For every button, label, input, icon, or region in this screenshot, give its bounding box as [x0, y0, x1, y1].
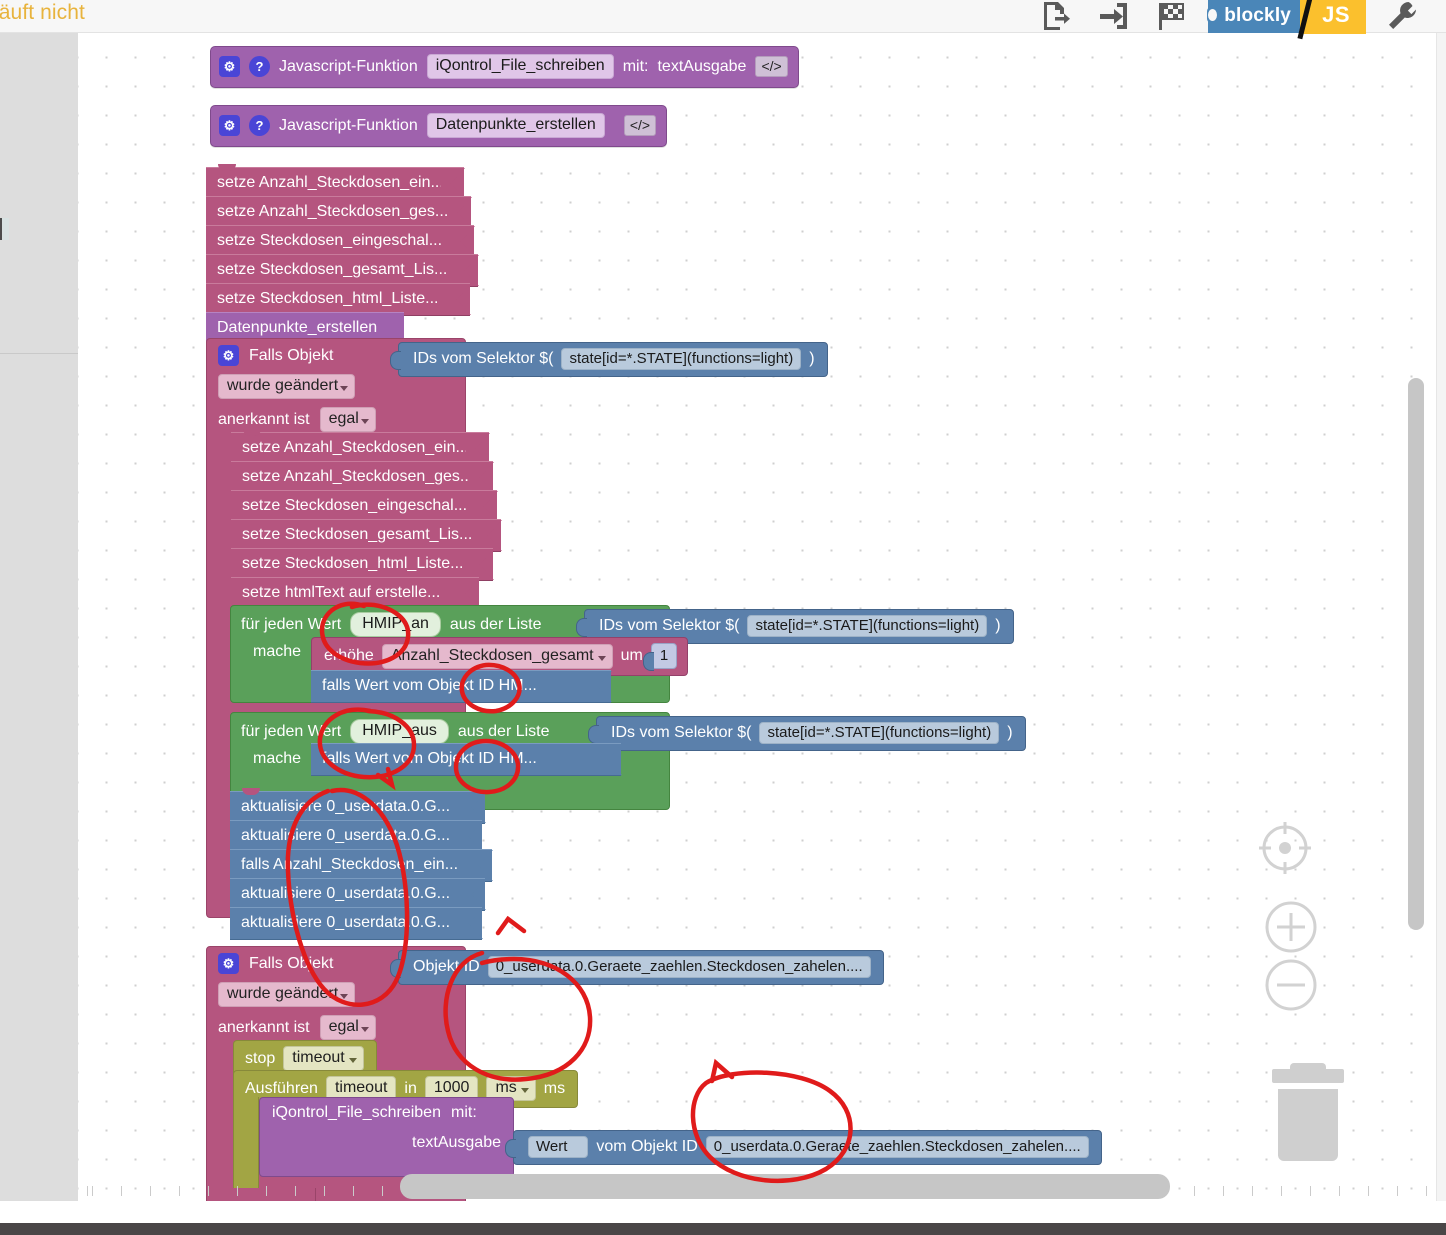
gear-icon[interactable]: ⚙	[219, 56, 240, 77]
annotation-arrow-tip-3	[709, 1058, 735, 1084]
function-definition-block[interactable]: ⚙ ? Javascript-Funktion iQontrol_File_sc…	[210, 46, 799, 88]
selector-prefix: IDs vom Selektor $(	[611, 724, 752, 741]
code-badge[interactable]: </>	[623, 115, 657, 136]
object-id-value-block[interactable]: Objekt ID 0_userdata.0.Geraete_zaehlen.S…	[390, 950, 884, 985]
gear-icon[interactable]: ⚙	[218, 345, 239, 366]
ack-dropdown[interactable]: egal	[319, 1015, 376, 1040]
selector-field[interactable]: state[id=*.STATE](functions=light)	[561, 348, 802, 370]
toolbar-actions: blockly JS	[1034, 0, 1424, 40]
stop-label: stop	[245, 1049, 276, 1067]
value-object-id-field[interactable]: 0_userdata.0.Geraete_zaehlen.Steckdosen_…	[705, 1136, 1089, 1158]
gutter-divider	[0, 353, 78, 354]
update-state-block[interactable]: aktualisiere 0_userdata.0.G...	[230, 907, 482, 940]
center-workspace-button[interactable]	[1255, 818, 1315, 878]
gear-icon[interactable]: ⚙	[219, 115, 240, 136]
ack-dropdown[interactable]: egal	[319, 407, 376, 432]
function-keyword: Javascript-Funktion	[279, 116, 418, 134]
loop-do-label: mache	[253, 643, 302, 660]
objekt-id-field[interactable]: 0_userdata.0.Geraete_zaehlen.Steckdosen_…	[487, 956, 871, 978]
run-unit-suffix: ms	[543, 1079, 566, 1097]
value-condition-block[interactable]: falls Wert vom Objekt ID HM...	[311, 743, 621, 776]
help-icon[interactable]: ?	[249, 115, 270, 136]
call-header-row: iQontrol_File_schreiben mit:	[272, 1104, 501, 1122]
blockly-workspace[interactable]: ⚙ ? Javascript-Funktion iQontrol_File_sc…	[78, 33, 1446, 1201]
loop-middle: aus der Liste	[457, 722, 550, 740]
value-prefix-label: vom Objekt ID	[596, 1138, 698, 1155]
top-toolbar: läuft nicht blockly JS	[0, 0, 1446, 40]
value-kind-dropdown[interactable]: Wert	[528, 1136, 589, 1158]
left-toolbox-gutter[interactable]	[0, 33, 78, 1201]
blockly-js-toggle[interactable]: blockly JS	[1207, 0, 1366, 40]
selector-suffix: )	[995, 617, 1001, 634]
checkered-flag-icon[interactable]	[1150, 0, 1194, 38]
increment-amount-field[interactable]: 1	[642, 643, 678, 671]
selector-prefix: IDs vom Selektor $(	[599, 617, 740, 634]
loop-variable-field[interactable]: HMIP_an	[350, 612, 441, 637]
zoom-out-button[interactable]	[1263, 957, 1319, 1013]
function-param-label: textAusgabe	[657, 57, 747, 75]
value-condition-block[interactable]: falls Wert vom Objekt ID HM...	[311, 670, 611, 703]
increment-prefix: erhöhe	[324, 647, 374, 664]
call-with-label: mit:	[450, 1104, 477, 1121]
objekt-id-label: Objekt ID	[413, 958, 480, 975]
zoom-in-button[interactable]	[1263, 899, 1319, 955]
annotation-arrow-tip-2	[495, 915, 527, 936]
increment-by-label: um	[620, 647, 643, 664]
export-file-icon[interactable]	[1034, 0, 1078, 38]
selector-prefix: IDs vom Selektor $(	[413, 350, 554, 367]
import-file-icon[interactable]	[1092, 0, 1136, 38]
ack-label: anerkannt ist	[218, 410, 310, 428]
page-title: läuft nicht	[0, 1, 85, 24]
run-in-label: in	[404, 1079, 417, 1097]
loop-middle: aus der Liste	[449, 615, 542, 633]
puzzle-notch-icon	[1207, 5, 1220, 25]
vertical-scrollbar-thumb[interactable]	[1408, 378, 1424, 930]
right-edge-strip	[1436, 33, 1446, 1201]
run-label: Ausführen	[245, 1079, 318, 1097]
gear-icon[interactable]: ⚙	[218, 953, 239, 974]
trash-can-icon[interactable]	[1268, 1063, 1348, 1173]
blockly-label: blockly	[1208, 0, 1301, 33]
function-with-label: mit:	[622, 57, 649, 75]
increment-variable-dropdown[interactable]: Anzahl_Steckdosen_gesamt	[381, 643, 613, 669]
call-param-row: textAusgabe	[272, 1134, 501, 1152]
bottom-status-bar	[0, 1223, 1446, 1235]
ack-label: anerkannt ist	[218, 1018, 310, 1036]
code-badge[interactable]: </>	[755, 56, 788, 77]
loop-prefix: für jeden Wert	[241, 615, 342, 633]
function-call-block[interactable]: iQontrol_File_schreiben mit: textAusgabe	[259, 1097, 514, 1177]
call-function-name: iQontrol_File_schreiben	[272, 1104, 441, 1121]
selector-value-block[interactable]: IDs vom Selektor $( state[id=*.STATE](fu…	[390, 342, 828, 377]
selector-suffix: )	[1007, 724, 1013, 741]
loop-variable-field[interactable]: HMIP_aus	[350, 719, 449, 744]
call-param-label: textAusgabe	[412, 1134, 501, 1151]
wrench-icon[interactable]	[1380, 0, 1424, 38]
stop-timeout-dropdown[interactable]: timeout	[283, 1046, 364, 1071]
selector-value-block[interactable]: IDs vom Selektor $( state[id=*.STATE](fu…	[588, 716, 1026, 751]
selector-suffix: )	[809, 350, 815, 367]
help-icon[interactable]: ?	[249, 56, 270, 77]
trigger-title: Falls Objekt	[249, 954, 334, 972]
function-keyword: Javascript-Funktion	[279, 57, 418, 75]
loop-prefix: für jeden Wert	[241, 722, 342, 740]
horizontal-scrollbar-thumb[interactable]	[400, 1174, 1170, 1199]
function-name-field[interactable]: iQontrol_File_schreiben	[426, 54, 614, 79]
gutter-marker	[0, 218, 9, 240]
selector-field[interactable]: state[id=*.STATE](functions=light)	[747, 615, 988, 637]
function-name-field[interactable]: Datenpunkte_erstellen	[426, 113, 605, 138]
function-definition-block[interactable]: ⚙ ? Javascript-Funktion Datenpunkte_erst…	[210, 105, 668, 147]
change-type-dropdown[interactable]: wurde geändert	[218, 982, 356, 1007]
blockly-editor-window: läuft nicht blockly JS ⚙ ? Javascript-Fu…	[0, 0, 1446, 1235]
trigger-title: Falls Objekt	[249, 346, 334, 364]
change-type-dropdown[interactable]: wurde geändert	[218, 374, 356, 399]
get-object-value-block[interactable]: Wert vom Objekt ID 0_userdata.0.Geraete_…	[505, 1130, 1102, 1165]
selector-field[interactable]: state[id=*.STATE](functions=light)	[759, 722, 1000, 744]
loop-do-label: mache	[253, 750, 302, 767]
